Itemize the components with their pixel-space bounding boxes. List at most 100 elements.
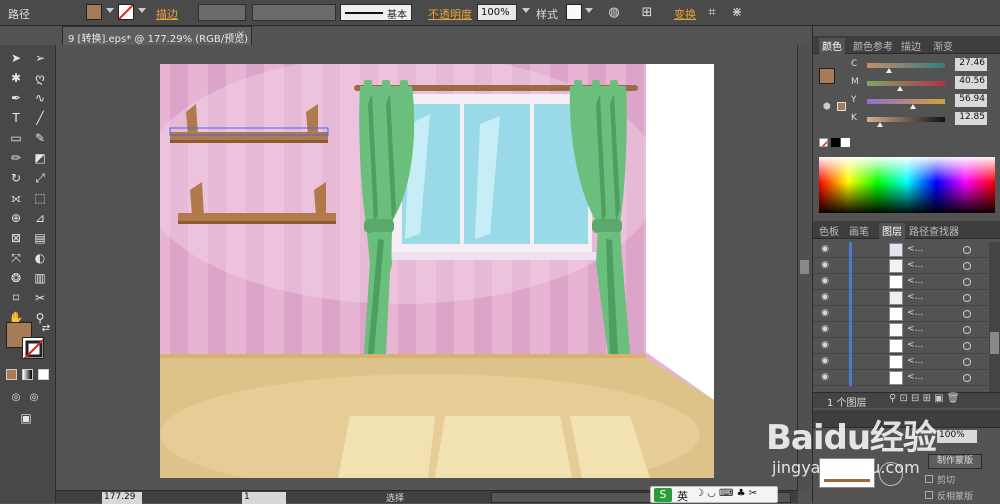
layer-name[interactable]: <...: [907, 292, 923, 302]
invert-mask-checkbox[interactable]: [925, 491, 933, 499]
artboard-icon[interactable]: ⌑: [6, 289, 26, 307]
color-spectrum[interactable]: [819, 157, 995, 213]
white-swatch[interactable]: [841, 138, 850, 147]
style-swatch[interactable]: [566, 4, 582, 20]
eye-icon[interactable]: ◉: [819, 260, 831, 272]
none-mode-icon[interactable]: [38, 369, 49, 380]
color-mode-icon[interactable]: [6, 369, 17, 380]
target-icon[interactable]: [963, 342, 971, 350]
eye-icon[interactable]: ◉: [819, 356, 831, 368]
scale-icon[interactable]: ⤢: [30, 169, 50, 187]
layer-row[interactable]: ◉ <...: [813, 338, 989, 354]
direct-selection-icon[interactable]: ➢: [30, 49, 50, 67]
transform-label[interactable]: 变换: [674, 6, 696, 22]
layer-name[interactable]: <...: [907, 244, 923, 254]
layer-actions-icons[interactable]: ⚲ ⊡ ⊟ ⊞ ▣ 🗑: [889, 393, 960, 404]
mesh-icon[interactable]: ⊠: [6, 229, 26, 247]
target-icon[interactable]: [963, 294, 971, 302]
layer-name[interactable]: <...: [907, 356, 923, 366]
tab-stroke[interactable]: 描边: [901, 38, 921, 53]
tab-color-guide[interactable]: 颜色参考: [853, 38, 893, 53]
isolate-icon[interactable]: ⌗: [703, 4, 721, 22]
recolor-artwork-icon[interactable]: ◍: [605, 4, 623, 22]
magenta-track[interactable]: [867, 81, 945, 86]
color-panel-fill-swatch[interactable]: [819, 68, 835, 84]
layer-row[interactable]: ◉ <...: [813, 306, 989, 322]
cyan-knob[interactable]: [886, 68, 892, 73]
black-slider[interactable]: K 12.85: [851, 112, 989, 128]
magenta-slider[interactable]: M 40.56: [851, 76, 989, 92]
lasso-icon[interactable]: ღ: [30, 69, 50, 87]
pen-icon[interactable]: ✒: [6, 89, 26, 107]
tab-brushes[interactable]: 画笔: [849, 223, 869, 238]
opacity-input[interactable]: 100%: [477, 4, 517, 21]
curvature-icon[interactable]: ∿: [30, 89, 50, 107]
layer-name[interactable]: <...: [907, 372, 923, 382]
pencil-icon[interactable]: ✏: [6, 149, 26, 167]
gradient-icon[interactable]: ▤: [30, 229, 50, 247]
align-icon[interactable]: ⊞: [638, 4, 656, 22]
opacity-dropdown-icon[interactable]: [522, 8, 530, 13]
scroll-thumb[interactable]: [800, 260, 809, 274]
shape-builder-icon[interactable]: ⊕: [6, 209, 26, 227]
menu-icon[interactable]: ⋇: [728, 4, 746, 22]
magic-wand-icon[interactable]: ✱: [6, 69, 26, 87]
layer-row[interactable]: ◉ <...: [813, 258, 989, 274]
paintbrush-icon[interactable]: ✎: [30, 129, 50, 147]
symbol-sprayer-icon[interactable]: ❂: [6, 269, 26, 287]
ime-punctuation-icon[interactable]: ☽ ◡ ⌨ ♣ ✂: [695, 488, 757, 499]
layer-row[interactable]: ◉ <...: [813, 290, 989, 306]
layer-name[interactable]: <...: [907, 324, 923, 334]
black-value[interactable]: 12.85: [955, 112, 987, 125]
line-icon[interactable]: ╱: [30, 109, 50, 127]
layer-name[interactable]: <...: [907, 340, 923, 350]
eye-icon[interactable]: ◉: [819, 292, 831, 304]
layers-scroll-thumb[interactable]: [990, 332, 999, 354]
magenta-knob[interactable]: [897, 86, 903, 91]
black-knob[interactable]: [877, 122, 883, 127]
cyan-slider[interactable]: C 27.46: [851, 58, 989, 74]
stroke-color-box[interactable]: [22, 337, 44, 359]
target-icon[interactable]: [963, 374, 971, 382]
rotate-icon[interactable]: ↻: [6, 169, 26, 187]
layer-row[interactable]: ◉ <...: [813, 274, 989, 290]
target-icon[interactable]: [963, 326, 971, 334]
tab-swatches[interactable]: 色板: [819, 223, 839, 238]
yellow-knob[interactable]: [910, 104, 916, 109]
column-graph-icon[interactable]: ▥: [30, 269, 50, 287]
fill-swatch[interactable]: [86, 4, 102, 20]
perspective-icon[interactable]: ⊿: [30, 209, 50, 227]
target-icon[interactable]: [963, 278, 971, 286]
swap-colors-icon[interactable]: ⇄: [36, 320, 56, 338]
width-icon[interactable]: ⟗: [6, 189, 26, 207]
tool-status-label[interactable]: 选择: [386, 491, 404, 504]
tab-color[interactable]: 颜色: [819, 38, 845, 54]
ime-language-label[interactable]: 英: [677, 488, 688, 504]
black-swatch[interactable]: [831, 138, 840, 147]
draw-normal-icon[interactable]: ◎: [6, 389, 26, 407]
eye-icon[interactable]: ◉: [819, 276, 831, 288]
fill-dropdown-icon[interactable]: [106, 8, 114, 13]
artboard[interactable]: [160, 64, 714, 478]
document-tab[interactable]: 9 [转换].eps* @ 177.29% (RGB/预览) ×: [62, 26, 252, 45]
close-tab-icon[interactable]: ×: [237, 29, 245, 40]
yellow-slider[interactable]: Y 56.94: [851, 94, 989, 110]
type-icon[interactable]: T: [6, 109, 26, 127]
eyedropper-icon[interactable]: ⤧: [6, 249, 26, 267]
cube-icon[interactable]: ⬢: [823, 102, 831, 112]
gradient-mode-icon[interactable]: [22, 369, 33, 380]
opacity-label[interactable]: 不透明度: [428, 6, 472, 22]
eraser-icon[interactable]: ◩: [30, 149, 50, 167]
stroke-swatch[interactable]: [118, 4, 134, 20]
out-of-gamut-swatch[interactable]: [837, 102, 846, 111]
layer-row[interactable]: ◉ <...: [813, 242, 989, 258]
layer-name[interactable]: <...: [907, 260, 923, 270]
cyan-track[interactable]: [867, 63, 945, 68]
screen-mode-icon[interactable]: ▣: [16, 409, 36, 427]
slice-icon[interactable]: ✂: [30, 289, 50, 307]
style-dropdown-icon[interactable]: [585, 8, 593, 13]
stroke-dropdown-icon[interactable]: [138, 8, 146, 13]
eye-icon[interactable]: ◉: [819, 372, 831, 384]
blend-icon[interactable]: ◐: [30, 249, 50, 267]
variable-width-dropdown[interactable]: [252, 4, 336, 21]
